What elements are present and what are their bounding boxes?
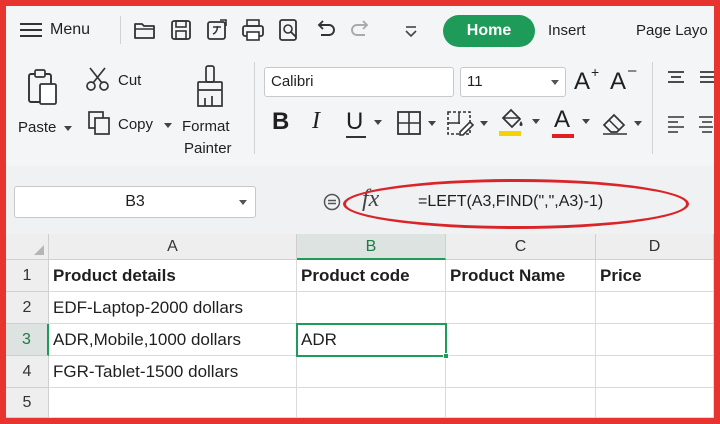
align-top-icon[interactable] bbox=[666, 68, 686, 88]
paste-dropdown-icon[interactable] bbox=[64, 126, 72, 131]
column-header-a[interactable]: A bbox=[49, 234, 297, 260]
cell-d4[interactable] bbox=[596, 356, 714, 388]
cell-a5[interactable] bbox=[49, 388, 297, 418]
paintbrush-icon bbox=[197, 65, 223, 107]
fill-handle[interactable] bbox=[443, 353, 449, 359]
copy-icon bbox=[88, 111, 110, 135]
menu-button[interactable]: Menu bbox=[20, 18, 90, 42]
cell-c5[interactable] bbox=[446, 388, 596, 418]
format-painter-label-line2: Painter bbox=[184, 140, 232, 157]
tab-page-layout[interactable]: Page Layo bbox=[636, 18, 708, 44]
hamburger-icon bbox=[20, 22, 42, 38]
paste-button[interactable]: Paste bbox=[16, 60, 74, 140]
formula-bar: B3 fx =LEFT(A3,FIND(",",A3)-1) bbox=[6, 166, 714, 234]
title-toolbar: Menu Home Insert Page Layo bbox=[6, 6, 714, 54]
column-header-c[interactable]: C bbox=[446, 234, 596, 260]
cell-a3[interactable]: ADR,Mobile,1000 dollars bbox=[49, 324, 297, 356]
cell-c4[interactable] bbox=[446, 356, 596, 388]
font-size-value: 11 bbox=[467, 73, 483, 90]
increase-font-size-icon[interactable]: A + bbox=[574, 64, 600, 96]
ribbon-divider bbox=[254, 62, 255, 154]
cell-b2[interactable] bbox=[297, 292, 446, 324]
cell-a1[interactable]: Product details bbox=[49, 260, 297, 292]
print-icon[interactable] bbox=[240, 17, 266, 43]
italic-icon[interactable]: I bbox=[312, 108, 332, 138]
font-name-select[interactable]: Calibri bbox=[264, 67, 454, 97]
paste-label: Paste bbox=[18, 119, 57, 136]
align-center-icon[interactable] bbox=[698, 114, 714, 134]
underline-icon[interactable]: U bbox=[344, 108, 388, 142]
select-all-corner[interactable] bbox=[6, 234, 49, 260]
chevron-down-icon bbox=[480, 121, 488, 126]
font-size-select[interactable]: 11 bbox=[460, 67, 566, 97]
chevron-down-icon bbox=[634, 121, 642, 126]
tab-insert[interactable]: Insert bbox=[548, 18, 586, 44]
paste-icon bbox=[28, 69, 57, 105]
format-painter-label-line1: Format bbox=[182, 118, 230, 135]
row-header-2[interactable]: 2 bbox=[6, 292, 49, 324]
tab-home[interactable]: Home bbox=[443, 15, 535, 47]
cell-d5[interactable] bbox=[596, 388, 714, 418]
column-header-d[interactable]: D bbox=[596, 234, 714, 260]
cell-a2[interactable]: EDF-Laptop-2000 dollars bbox=[49, 292, 297, 324]
zoom-magnifier-icon[interactable] bbox=[322, 192, 342, 212]
cell-c3[interactable] bbox=[446, 324, 596, 356]
chevron-down-icon bbox=[428, 121, 436, 126]
toolbar-divider bbox=[120, 16, 121, 44]
copy-dropdown-icon[interactable] bbox=[164, 123, 172, 128]
cell-d1[interactable]: Price bbox=[596, 260, 714, 292]
save-icon[interactable] bbox=[168, 17, 194, 43]
format-painter-button[interactable]: Format Painter bbox=[178, 60, 242, 158]
cell-a4[interactable]: FGR-Tablet-1500 dollars bbox=[49, 356, 297, 388]
column-header-b[interactable]: B bbox=[297, 234, 446, 260]
chevron-down-icon bbox=[374, 120, 382, 125]
cut-label: Cut bbox=[118, 72, 142, 89]
align-left-icon[interactable] bbox=[666, 114, 686, 134]
cell-b5[interactable] bbox=[297, 388, 446, 418]
cell-c1[interactable]: Product Name bbox=[446, 260, 596, 292]
redo-icon[interactable] bbox=[348, 17, 374, 43]
open-folder-icon[interactable] bbox=[132, 17, 158, 43]
chevron-down-icon bbox=[239, 200, 247, 205]
cell-b4[interactable] bbox=[297, 356, 446, 388]
chevron-down-icon bbox=[582, 119, 590, 124]
menu-label: Menu bbox=[50, 21, 91, 38]
copy-button[interactable]: Copy bbox=[82, 108, 174, 138]
fill-color-icon[interactable] bbox=[496, 106, 542, 140]
name-box[interactable]: B3 bbox=[14, 186, 256, 218]
export-pdf-icon[interactable] bbox=[204, 17, 230, 43]
scissors-icon bbox=[86, 67, 109, 91]
row-header-4[interactable]: 4 bbox=[6, 356, 49, 388]
font-name-value: Calibri bbox=[271, 73, 314, 90]
cell-d3[interactable] bbox=[596, 324, 714, 356]
decrease-font-size-icon[interactable]: A – bbox=[610, 62, 636, 96]
print-preview-icon[interactable] bbox=[276, 17, 302, 43]
copy-label: Copy bbox=[118, 116, 154, 133]
font-color-icon[interactable]: A bbox=[550, 106, 594, 140]
sheet-grid: A B C D 1 2 3 4 5 Product details Produc… bbox=[6, 234, 714, 418]
spreadsheet-window: Menu Home Insert Page Layo Paste Cut Cop… bbox=[6, 6, 714, 418]
undo-icon[interactable] bbox=[312, 17, 338, 43]
row-header-5[interactable]: 5 bbox=[6, 388, 49, 418]
align-middle-icon[interactable] bbox=[698, 68, 714, 88]
chevron-down-icon bbox=[532, 119, 540, 124]
ribbon: Paste Cut Copy Format Painter Calibri 11… bbox=[6, 54, 714, 166]
name-box-value: B3 bbox=[125, 193, 145, 210]
row-header-1[interactable]: 1 bbox=[6, 260, 49, 292]
cell-d2[interactable] bbox=[596, 292, 714, 324]
cell-b1[interactable]: Product code bbox=[297, 260, 446, 292]
bold-icon[interactable]: B bbox=[272, 108, 296, 138]
customize-dropdown-icon[interactable] bbox=[398, 17, 417, 43]
chevron-down-icon bbox=[551, 80, 559, 85]
cell-c2[interactable] bbox=[446, 292, 596, 324]
active-cell-border bbox=[296, 323, 447, 357]
clear-format-icon[interactable] bbox=[600, 110, 644, 140]
borders-icon[interactable] bbox=[396, 110, 440, 140]
ribbon-divider bbox=[652, 62, 653, 154]
row-header-3[interactable]: 3 bbox=[6, 324, 49, 356]
annotation-oval bbox=[343, 179, 689, 229]
cut-button[interactable]: Cut bbox=[82, 64, 152, 94]
fill-style-icon[interactable] bbox=[446, 110, 490, 140]
